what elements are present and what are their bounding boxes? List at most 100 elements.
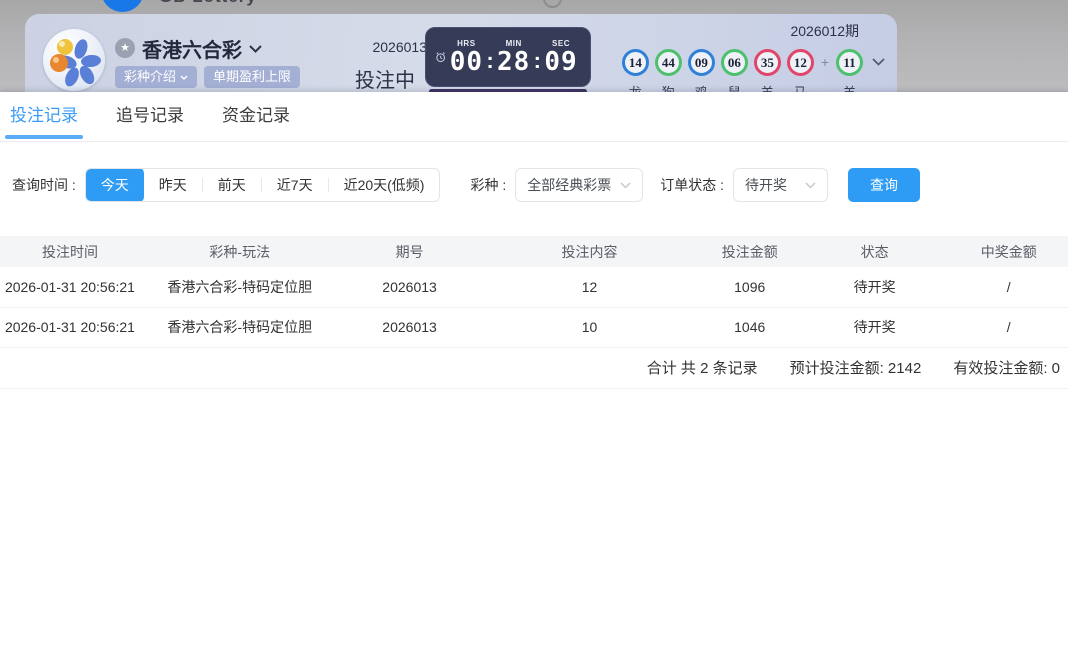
result-ball: 06 鼠 — [721, 49, 748, 92]
cell-period: 2026013 — [340, 307, 480, 347]
minutes-value: 28 — [497, 48, 530, 76]
profit-limit-label: 单期盈利上限 — [213, 66, 291, 88]
ball-number: 14 — [622, 49, 649, 76]
tab-bet-records[interactable]: 投注记录 — [10, 92, 78, 141]
result-ball: 14 龙 — [622, 49, 649, 92]
ball-zodiac: 羊 — [761, 82, 774, 92]
result-ball: 35 羊 — [754, 49, 781, 92]
col-bet-amount: 投注金额 — [700, 236, 800, 267]
filter-bar: 查询时间 : 今天 昨天 前天 近7天 近20天(低频) 彩种 : 全部经典彩票… — [0, 168, 1068, 202]
table-row: 2026-01-31 20:56:21 香港六合彩-特码定位胆 2026013 … — [0, 307, 1068, 347]
date-option-today[interactable]: 今天 — [86, 168, 144, 202]
bet-records-table: 投注时间 彩种-玩法 期号 投注内容 投注金额 状态 中奖金额 2026-01-… — [0, 236, 1068, 348]
date-range-group: 今天 昨天 前天 近7天 近20天(低频) — [85, 168, 441, 202]
lottery-banner: ★ 香港六合彩 彩种介绍 单期盈利上限 2026013期 投注中 — [25, 14, 897, 92]
table-header-row: 投注时间 彩种-玩法 期号 投注内容 投注金额 状态 中奖金额 — [0, 236, 1068, 267]
chevron-down-icon — [180, 75, 188, 80]
profit-limit-button[interactable]: 单期盈利上限 — [204, 66, 300, 88]
col-period: 期号 — [340, 236, 480, 267]
timer-colon: : — [534, 46, 541, 76]
ball-zodiac: 马 — [794, 82, 807, 92]
lottery-intro-button[interactable]: 彩种介绍 — [115, 66, 197, 88]
cell-bet-content: 10 — [480, 307, 700, 347]
betting-status: 投注中 — [355, 64, 415, 92]
order-status-value: 待开奖 — [745, 175, 787, 195]
cell-bet-time: 2026-01-31 20:56:21 — [0, 307, 140, 347]
hours-value: 00 — [450, 48, 483, 76]
cell-bet-content: 12 — [480, 267, 700, 307]
last-draw-result: 2026012期 14 龙 44 狗 09 鸡 06 — [622, 21, 885, 92]
summary-expected-amount: 预计投注金额: 2142 — [790, 357, 922, 378]
lottery-filter-label: 彩种 : — [470, 175, 506, 195]
ball-number: 44 — [655, 49, 682, 76]
header-background: GB Lottery ★ — [0, 0, 1068, 92]
result-ball: 12 马 — [787, 49, 814, 92]
cell-win-amount: / — [949, 307, 1068, 347]
lottery-intro-label: 彩种介绍 — [124, 66, 176, 88]
lottery-type-select[interactable]: 全部经典彩票 — [515, 168, 643, 202]
col-bet-content: 投注内容 — [480, 236, 700, 267]
ball-zodiac: 龙 — [629, 82, 642, 92]
alarm-clock-icon — [435, 49, 446, 65]
cell-period: 2026013 — [340, 267, 480, 307]
site-logo-icon — [101, 0, 144, 12]
date-option-20days[interactable]: 近20天(低频) — [329, 169, 440, 201]
ball-zodiac: 鼠 — [728, 82, 741, 92]
cell-bet-amount: 1096 — [700, 267, 800, 307]
time-filter-label: 查询时间 : — [12, 175, 76, 195]
order-status-select[interactable]: 待开奖 — [733, 168, 828, 202]
result-ball: 09 鸡 — [688, 49, 715, 92]
ball-number: 06 — [721, 49, 748, 76]
date-option-7days[interactable]: 近7天 — [262, 169, 328, 201]
cell-status: 待开奖 — [800, 267, 950, 307]
order-status-filter-label: 订单状态 : — [660, 175, 724, 195]
col-bet-time: 投注时间 — [0, 236, 140, 267]
cell-lottery-play: 香港六合彩-特码定位胆 — [140, 267, 340, 307]
summary-total-records: 合计 共 2 条记录 — [647, 357, 758, 378]
lottery-logo-icon — [43, 29, 105, 91]
search-button[interactable]: 查询 — [848, 168, 920, 202]
lottery-type-value: 全部经典彩票 — [527, 175, 611, 195]
page: GB Lottery ★ — [0, 0, 1068, 664]
plus-sign: + — [820, 49, 830, 76]
summary-valid-amount: 有效投注金额: 0 — [953, 357, 1060, 378]
current-period: 2026013期 — [321, 37, 441, 57]
cell-lottery-play: 香港六合彩-特码定位胆 — [140, 307, 340, 347]
ball-number: 11 — [836, 49, 863, 76]
col-win-amount: 中奖金额 — [949, 236, 1068, 267]
result-ball-special: 11 羊 — [836, 49, 863, 92]
content-panel: 投注记录 追号记录 资金记录 查询时间 : 今天 昨天 前天 近7天 近20天(… — [0, 92, 1068, 664]
cell-status: 待开奖 — [800, 307, 950, 347]
tab-fund-records[interactable]: 资金记录 — [222, 92, 290, 141]
date-option-day-before[interactable]: 前天 — [203, 169, 261, 201]
chevron-down-icon[interactable] — [249, 45, 262, 53]
col-status: 状态 — [800, 236, 950, 267]
ball-number: 35 — [754, 49, 781, 76]
chevron-down-icon — [805, 182, 816, 189]
ball-number: 09 — [688, 49, 715, 76]
site-logo-text: GB Lottery — [159, 0, 257, 7]
table-summary: 合计 共 2 条记录 预计投注金额: 2142 有效投注金额: 0 — [0, 348, 1068, 389]
result-ball: 44 狗 — [655, 49, 682, 92]
help-circle-icon — [543, 0, 562, 8]
ball-zodiac: 狗 — [662, 82, 675, 92]
timer-colon: : — [486, 46, 493, 76]
tab-chase-records[interactable]: 追号记录 — [116, 92, 184, 141]
table-row: 2026-01-31 20:56:21 香港六合彩-特码定位胆 2026013 … — [0, 267, 1068, 307]
seconds-value: 09 — [544, 48, 577, 76]
cell-bet-time: 2026-01-31 20:56:21 — [0, 267, 140, 307]
lottery-name[interactable]: 香港六合彩 — [142, 34, 242, 63]
chevron-down-icon — [620, 182, 631, 189]
favorite-star-icon[interactable]: ★ — [115, 38, 135, 58]
last-draw-period: 2026012期 — [790, 21, 859, 41]
ball-zodiac: 羊 — [843, 82, 856, 92]
date-option-yesterday[interactable]: 昨天 — [144, 169, 202, 201]
record-tabs: 投注记录 追号记录 资金记录 — [0, 92, 1068, 142]
expand-results-chevron-icon[interactable] — [872, 58, 885, 66]
countdown-timer: HRS 00 : MIN 28 : SEC 09 — [425, 27, 591, 87]
cell-bet-amount: 1046 — [700, 307, 800, 347]
ball-zodiac: 鸡 — [695, 82, 708, 92]
ball-number: 12 — [787, 49, 814, 76]
col-lottery-play: 彩种-玩法 — [140, 236, 340, 267]
cell-win-amount: / — [949, 267, 1068, 307]
